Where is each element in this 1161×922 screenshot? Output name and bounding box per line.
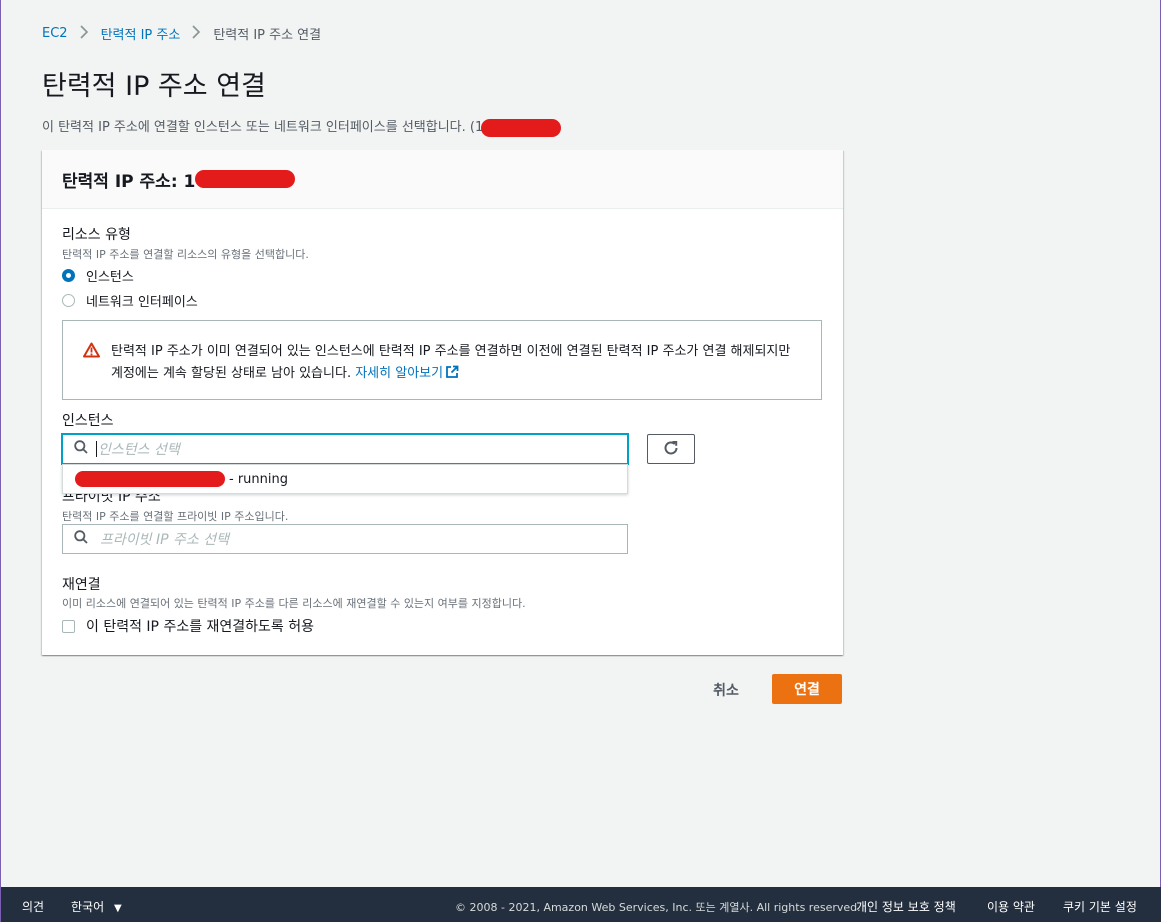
- radio-button-selected[interactable]: [62, 269, 75, 282]
- instance-dropdown-option[interactable]: - running: [62, 464, 628, 494]
- copyright-text: © 2008 - 2021, Amazon Web Services, Inc.…: [455, 901, 861, 914]
- reassociate-checkbox[interactable]: [62, 619, 75, 633]
- learn-more-link-label: 자세히 알아보기: [355, 366, 444, 381]
- cancel-button[interactable]: 취소: [701, 676, 751, 704]
- private-ip-select[interactable]: 프라이빗 IP 주소 선택: [62, 524, 628, 554]
- external-link-icon: [445, 365, 459, 383]
- warning-alert: 탄력적 IP 주소가 이미 연결되어 있는 인스턴스에 탄력적 IP 주소를 연…: [62, 320, 822, 400]
- chevron-right-icon: [79, 24, 89, 43]
- panel-header-title: 탄력적 IP 주소: 1: [62, 171, 196, 192]
- text-cursor: [96, 441, 97, 457]
- language-selector[interactable]: 한국어 ▼: [71, 898, 122, 915]
- breadcrumb-elastic-ip-link[interactable]: 탄력적 IP 주소: [101, 24, 181, 43]
- radio-instance-label: 인스턴스: [86, 270, 134, 285]
- private-ip-description: 탄력적 IP 주소를 연결할 프라이빗 IP 주소입니다.: [62, 510, 289, 523]
- redaction-mark: [481, 118, 562, 137]
- breadcrumb-current: 탄력적 IP 주소 연결: [213, 28, 322, 43]
- privacy-policy-link[interactable]: 개인 정보 보호 정책: [856, 898, 956, 915]
- radio-button[interactable]: [62, 294, 75, 307]
- instance-select[interactable]: 인스턴스 선택: [62, 434, 628, 464]
- resource-type-description: 탄력적 IP 주소를 연결할 리소스의 유형을 선택합니다.: [62, 248, 309, 261]
- private-ip-select-placeholder: 프라이빗 IP 주소 선택: [100, 532, 229, 548]
- search-icon: [74, 440, 88, 458]
- redaction-mark: [75, 471, 225, 487]
- reassociate-checkbox-row[interactable]: 이 탄력적 IP 주소를 재연결하도록 허용: [62, 616, 314, 636]
- instance-select-placeholder: 인스턴스 선택: [98, 442, 180, 458]
- instance-label: 인스턴스: [62, 413, 114, 429]
- page-description: 이 탄력적 IP 주소에 연결할 인스턴스 또는 네트워크 인터페이스를 선택합…: [42, 116, 562, 137]
- feedback-link[interactable]: 의견: [22, 898, 44, 915]
- instance-option-status: - running: [229, 471, 288, 487]
- radio-instance[interactable]: 인스턴스: [62, 266, 134, 285]
- resource-type-group: 리소스 유형 탄력적 IP 주소를 연결할 리소스의 유형을 선택합니다.: [62, 224, 309, 262]
- language-selector-label: 한국어: [71, 900, 105, 914]
- terms-link[interactable]: 이용 약관: [987, 898, 1035, 915]
- learn-more-link[interactable]: 자세히 알아보기: [355, 365, 459, 383]
- page-title: 탄력적 IP 주소 연결: [42, 71, 266, 102]
- reassociate-label: 재연결: [62, 577, 101, 593]
- breadcrumb-ec2-link[interactable]: EC2: [42, 26, 68, 41]
- redaction-mark: [195, 170, 296, 188]
- cookie-preferences-link[interactable]: 쿠키 기본 설정: [1063, 898, 1137, 915]
- refresh-icon: [662, 439, 680, 460]
- breadcrumb: EC2 탄력적 IP 주소 탄력적 IP 주소 연결: [42, 24, 321, 43]
- search-icon: [74, 530, 88, 548]
- reassociate-checkbox-label: 이 탄력적 IP 주소를 재연결하도록 허용: [86, 619, 315, 635]
- radio-network-interface[interactable]: 네트워크 인터페이스: [62, 291, 198, 310]
- chevron-right-icon: [192, 24, 201, 43]
- page-description-text: 이 탄력적 IP 주소에 연결할 인스턴스 또는 네트워크 인터페이스를 선택합…: [42, 120, 484, 135]
- resource-type-label: 리소스 유형: [62, 227, 131, 243]
- warning-icon: [83, 342, 100, 366]
- caret-down-icon: ▼: [113, 903, 122, 914]
- reassociate-description: 이미 리소스에 연결되어 있는 탄력적 IP 주소를 다른 리소스에 재연결할 …: [62, 597, 526, 610]
- associate-panel: 탄력적 IP 주소: 1 리소스 유형 탄력적 IP 주소를 연결할 리소스의 …: [42, 150, 843, 655]
- reassociate-group: 재연결 이미 리소스에 연결되어 있는 탄력적 IP 주소를 다른 리소스에 재…: [62, 574, 526, 611]
- footer: 의견 한국어 ▼ © 2008 - 2021, Amazon Web Servi…: [1, 887, 1161, 922]
- panel-header: 탄력적 IP 주소: 1: [42, 150, 843, 209]
- refresh-button[interactable]: [647, 434, 695, 464]
- radio-network-interface-label: 네트워크 인터페이스: [86, 295, 198, 310]
- associate-button[interactable]: 연결: [772, 674, 842, 704]
